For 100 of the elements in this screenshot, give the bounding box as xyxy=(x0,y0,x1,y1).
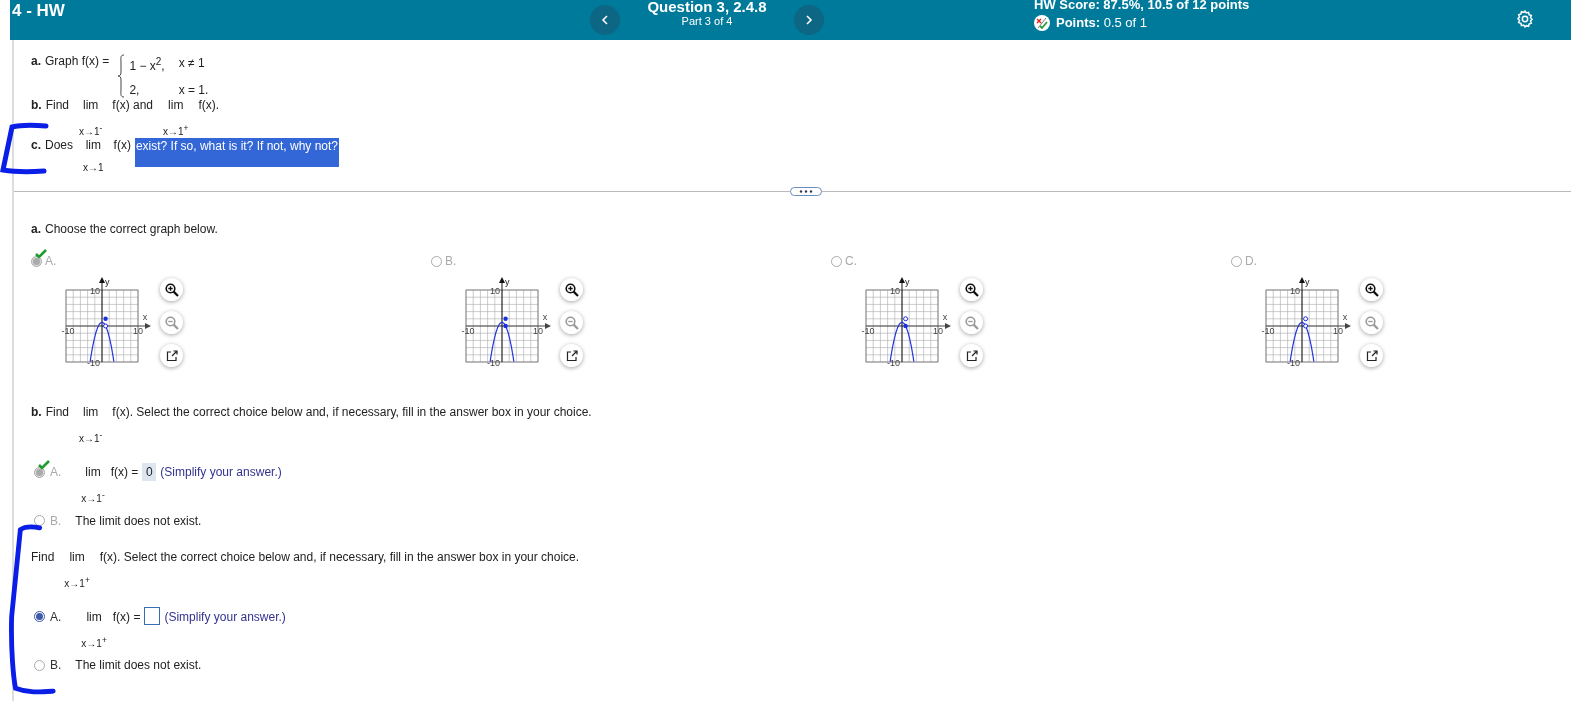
zoom-out-button[interactable] xyxy=(160,311,183,334)
question-text: Does xyxy=(45,138,74,153)
radio-button[interactable] xyxy=(431,255,442,267)
tick-label: 10 xyxy=(933,326,943,336)
radio-button[interactable] xyxy=(831,255,842,267)
axis-label: y xyxy=(505,277,510,287)
resize-handle[interactable] xyxy=(790,187,822,196)
piece-condition: x = 1. xyxy=(178,82,209,97)
pop-out-button[interactable] xyxy=(1360,344,1383,367)
tick-label: -10 xyxy=(887,358,900,366)
answer-box[interactable] xyxy=(144,607,161,625)
choice-letter: C. xyxy=(845,254,857,268)
function-expression: f(x) = xyxy=(112,610,141,624)
question-text: f(x) and xyxy=(112,98,154,112)
brace-icon xyxy=(117,54,126,98)
pop-out-button[interactable] xyxy=(560,344,583,367)
piece-expression: 1 − x$^{2}$, xyxy=(129,55,165,73)
question-text: f(x) xyxy=(113,138,131,153)
axis-label: y xyxy=(105,277,110,287)
radio-button[interactable] xyxy=(34,515,45,527)
zoom-out-button[interactable] xyxy=(560,311,583,334)
question-text: Find xyxy=(31,549,55,564)
choice-letter: A. xyxy=(50,465,62,480)
tick-label: 10 xyxy=(890,286,900,296)
tick-label: 10 xyxy=(90,286,100,296)
assignment-title: 4 - HW xyxy=(12,1,66,21)
part-indicator: Part 3 of 4 xyxy=(681,15,733,27)
previous-question-button[interactable] xyxy=(590,5,620,35)
zoom-in-button[interactable] xyxy=(160,278,183,301)
zoom-out-button[interactable] xyxy=(1360,311,1383,334)
tick-label: 10 xyxy=(490,286,500,296)
answer-box[interactable]: 0 xyxy=(142,463,157,482)
choice-letter: B. xyxy=(50,513,62,528)
limit-expression: lim x→1$^{+}$ xyxy=(64,549,90,590)
part-label: c. xyxy=(31,138,41,153)
radio-button[interactable] xyxy=(34,611,45,623)
tick-label: -10 xyxy=(861,326,875,336)
zoom-out-button[interactable] xyxy=(960,311,983,334)
axis-label: y xyxy=(905,277,910,287)
tick-label: -10 xyxy=(1261,326,1275,336)
limit-expression: lim x→1$^{-}$ xyxy=(81,465,105,506)
question-title: Question 3, 2.4.8 xyxy=(647,0,767,15)
chevron-right-icon xyxy=(805,15,813,25)
pop-out-icon xyxy=(1365,349,1378,362)
part-label: b. xyxy=(31,405,42,419)
pop-out-button[interactable] xyxy=(960,344,983,367)
tick-label: 10 xyxy=(1333,326,1343,336)
choice-letter: B. xyxy=(445,254,457,268)
question-text: Graph f(x) = xyxy=(45,54,110,68)
hint-text: (Simplify your answer.) xyxy=(164,610,286,624)
settings-icon[interactable] xyxy=(1515,9,1535,29)
tick-label: 10 xyxy=(1290,286,1300,296)
choice-letter: B. xyxy=(50,658,62,673)
tick-label: -10 xyxy=(87,358,100,366)
axis-label: y xyxy=(1305,277,1310,287)
partial-credit-icon xyxy=(1034,14,1050,31)
choice-text: The limit does not exist. xyxy=(75,658,202,673)
radio-button[interactable] xyxy=(34,659,45,671)
limit-expression: lim x→1$^{-}$ xyxy=(79,405,103,446)
tick-label: 10 xyxy=(133,326,143,336)
limit-expression: lim x→1$^{+}$ xyxy=(81,610,107,651)
hint-text: (Simplify your answer.) xyxy=(160,465,282,480)
question-text: Choose the correct graph below. xyxy=(45,222,218,236)
radio-button[interactable] xyxy=(31,255,42,267)
zoom-in-button[interactable] xyxy=(960,278,983,301)
choice-text: The limit does not exist. xyxy=(75,513,202,528)
axis-label: x xyxy=(142,312,148,322)
part-label: a. xyxy=(31,222,41,236)
radio-button[interactable] xyxy=(34,466,45,478)
pop-out-button[interactable] xyxy=(160,344,183,367)
selected-text: exist? If so, what is it? If not, why not? xyxy=(134,138,340,168)
function-expression: f(x) = xyxy=(110,465,139,480)
pop-out-icon xyxy=(165,349,178,362)
chevron-left-icon xyxy=(601,15,609,25)
points-text: Points: 0.5 of 1 xyxy=(1056,15,1148,30)
limit-expression: lim x→1$^{-}$ xyxy=(79,98,103,139)
question-text: Find xyxy=(45,405,69,419)
piece-expression: 2, xyxy=(129,82,141,97)
limit-expression: lim x→1 xyxy=(83,138,104,175)
axis-label: x xyxy=(942,312,948,322)
radio-button[interactable] xyxy=(1231,255,1242,267)
pop-out-icon xyxy=(965,349,978,362)
tick-label: -10 xyxy=(487,358,500,366)
pop-out-icon xyxy=(565,349,578,362)
question-text: f(x). xyxy=(198,98,220,112)
zoom-in-button[interactable] xyxy=(1360,278,1383,301)
part-label: a. xyxy=(31,54,41,68)
choice-letter: A. xyxy=(45,254,57,268)
hw-score: HW Score: 87.5%, 10.5 of 12 points xyxy=(1034,0,1250,12)
axis-label: x xyxy=(542,312,548,322)
question-text: f(x). Select the correct choice below and, if necessary, fill in the answer box in your choice. xyxy=(99,549,580,564)
question-text: f(x). Select the correct choice below and, if necessary, fill in the answer box in your choice. xyxy=(112,405,592,419)
axis-label: x xyxy=(1342,312,1348,322)
next-question-button[interactable] xyxy=(794,5,824,35)
choice-letter: A. xyxy=(50,610,62,624)
part-label: b. xyxy=(31,98,42,112)
zoom-in-button[interactable] xyxy=(560,278,583,301)
tick-label: -10 xyxy=(461,326,475,336)
tick-label: -10 xyxy=(1287,358,1300,366)
piece-condition: x ≠ 1 xyxy=(178,55,206,72)
